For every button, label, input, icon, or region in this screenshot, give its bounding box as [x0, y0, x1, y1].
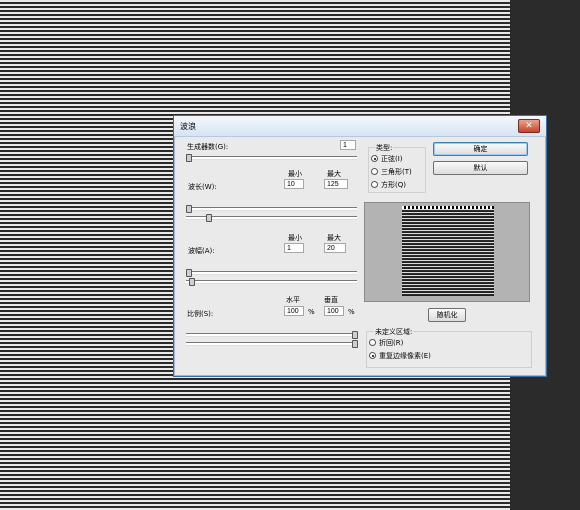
scale-vertical-unit: %	[348, 308, 355, 316]
close-icon[interactable]: ✕	[518, 119, 540, 133]
amplitude-min-label: 最小	[288, 234, 302, 242]
amplitude-min-slider-thumb[interactable]	[186, 269, 192, 277]
scale-vertical-input[interactable]: 100	[324, 306, 344, 316]
wrap-around-label[interactable]: 折回(R)	[379, 338, 403, 348]
generators-slider[interactable]	[186, 156, 357, 160]
type-sine-radio[interactable]	[371, 155, 378, 162]
dialog-title: 波浪	[180, 122, 196, 131]
wave-dialog: 波浪 ✕ 生成器数(G): 1 最小 最大 波长(W): 10 125 最小 最…	[173, 115, 547, 377]
amplitude-max-label: 最大	[327, 234, 341, 242]
repeat-edge-pixels-radio[interactable]	[369, 352, 376, 359]
amplitude-min-slider[interactable]	[186, 271, 357, 275]
wave-preview-image	[402, 206, 494, 296]
undefined-area-label: 未定义区域:	[374, 327, 414, 337]
type-group-label: 类型:	[375, 143, 394, 153]
generators-label: 生成器数(G):	[187, 143, 229, 151]
amplitude-max-input[interactable]: 20	[324, 243, 346, 253]
type-triangle-radio[interactable]	[371, 168, 378, 175]
type-square-label[interactable]: 方形(Q)	[381, 180, 406, 190]
type-triangle-label[interactable]: 三角形(T)	[381, 167, 412, 177]
wavelength-min-label: 最小	[288, 170, 302, 178]
wavelength-max-slider-thumb[interactable]	[205, 214, 212, 222]
wavelength-label: 波长(W):	[188, 183, 217, 191]
wavelength-min-input[interactable]: 10	[284, 179, 304, 189]
amplitude-label: 波幅(A):	[188, 247, 215, 255]
wavelength-min-slider-thumb[interactable]	[186, 205, 192, 213]
ok-button[interactable]: 确定	[433, 142, 528, 156]
amplitude-min-input[interactable]: 1	[284, 243, 304, 253]
scale-horizontal-slider-thumb[interactable]	[352, 331, 358, 339]
scale-vertical-slider-thumb[interactable]	[352, 340, 358, 348]
preview-area[interactable]	[364, 202, 530, 302]
generators-input[interactable]: 1	[340, 140, 356, 150]
type-square-radio[interactable]	[371, 181, 378, 188]
wavelength-max-input[interactable]: 125	[324, 179, 348, 189]
scale-vertical-slider[interactable]	[186, 342, 357, 346]
scale-vertical-label: 垂直	[324, 296, 338, 304]
type-sine-label[interactable]: 正弦(I)	[381, 154, 403, 164]
reset-button[interactable]: 默认	[433, 161, 528, 175]
wave-preview-edge	[402, 206, 494, 209]
repeat-edge-pixels-label[interactable]: 重复边缘像素(E)	[379, 351, 431, 361]
amplitude-max-slider-thumb[interactable]	[189, 278, 196, 286]
amplitude-max-slider[interactable]	[186, 280, 357, 284]
wrap-around-radio[interactable]	[369, 339, 376, 346]
dialog-titlebar[interactable]: 波浪 ✕	[174, 116, 546, 137]
scale-horizontal-slider[interactable]	[186, 333, 357, 337]
scale-horizontal-unit: %	[308, 308, 315, 316]
generators-slider-thumb[interactable]	[186, 154, 192, 162]
randomize-button[interactable]: 随机化	[428, 308, 466, 322]
scale-horizontal-label: 水平	[286, 296, 300, 304]
scale-horizontal-input[interactable]: 100	[284, 306, 304, 316]
wavelength-min-slider[interactable]	[186, 207, 357, 211]
wavelength-max-label: 最大	[327, 170, 341, 178]
scale-label: 比例(S):	[187, 310, 214, 318]
